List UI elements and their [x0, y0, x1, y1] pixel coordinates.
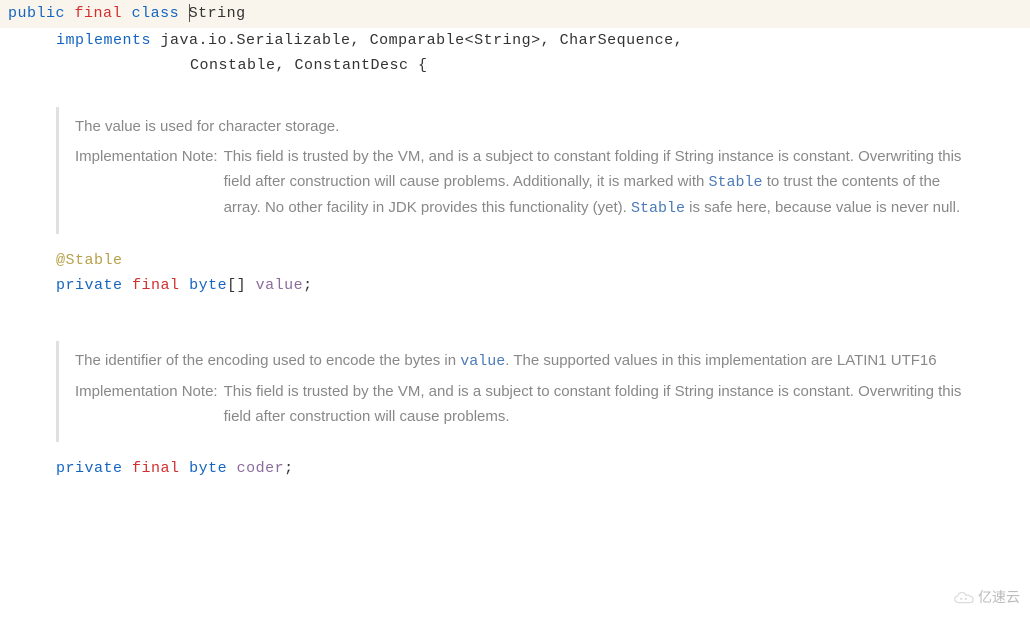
javadoc-note-body-1: This field is trusted by the VM, and is … — [224, 145, 970, 221]
doc1-code-stable-2: Stable — [631, 200, 685, 217]
watermark: 亿速云 — [953, 586, 1020, 610]
var-coder: coder — [237, 460, 285, 477]
var-value: value — [256, 277, 304, 294]
type-byte-1: byte — [189, 277, 227, 294]
semicolon-1: ; — [303, 277, 313, 294]
type-byte-2: byte — [189, 460, 227, 477]
keyword-implements: implements — [56, 32, 151, 49]
javadoc-block-2: The identifier of the encoding used to e… — [56, 341, 986, 442]
implements-types-2: Constable, ConstantDesc { — [190, 57, 428, 74]
cloud-icon — [953, 589, 975, 607]
code-line-1: public final class String — [0, 0, 1030, 28]
javadoc-note-label-2: Implementation Note: — [75, 380, 218, 430]
keyword-final-1: final — [132, 277, 180, 294]
semicolon-2: ; — [284, 460, 294, 477]
doc2-intro-post: . The supported values in this implement… — [505, 352, 936, 369]
doc2-code-value: value — [460, 353, 505, 370]
javadoc-note-body-2: This field is trusted by the VM, and is … — [224, 380, 970, 430]
implements-types-1: java.io.Serializable, Comparable<String>… — [161, 32, 684, 49]
brackets: [] — [227, 277, 246, 294]
doc1-code-stable-1: Stable — [709, 174, 763, 191]
class-name: String — [189, 5, 246, 22]
doc1-text-post: is safe here, because value is never nul… — [685, 199, 960, 216]
code-decl-1: private final byte[] value; — [0, 273, 1030, 299]
code-line-3: Constable, ConstantDesc { — [0, 53, 1030, 79]
keyword-class: class — [132, 5, 180, 22]
annotation-stable: @Stable — [56, 252, 123, 269]
keyword-final: final — [75, 5, 123, 22]
javadoc-intro-2: The identifier of the encoding used to e… — [75, 349, 970, 375]
keyword-public: public — [8, 5, 65, 22]
javadoc-intro-1: The value is used for character storage. — [75, 115, 970, 140]
javadoc-block-1: The value is used for character storage.… — [56, 107, 986, 234]
keyword-private-1: private — [56, 277, 123, 294]
watermark-text: 亿速云 — [978, 586, 1020, 610]
keyword-final-2: final — [132, 460, 180, 477]
javadoc-note-row-2: Implementation Note: This field is trust… — [75, 380, 970, 430]
code-decl-2: private final byte coder; — [0, 456, 1030, 482]
javadoc-note-label-1: Implementation Note: — [75, 145, 218, 221]
keyword-private-2: private — [56, 460, 123, 477]
code-annotation: @Stable — [0, 248, 1030, 274]
doc2-intro-pre: The identifier of the encoding used to e… — [75, 352, 460, 369]
code-line-2: implements java.io.Serializable, Compara… — [0, 28, 1030, 54]
javadoc-note-row-1: Implementation Note: This field is trust… — [75, 145, 970, 221]
